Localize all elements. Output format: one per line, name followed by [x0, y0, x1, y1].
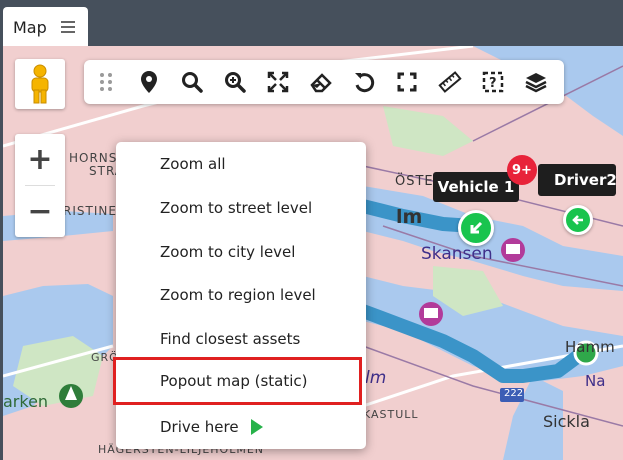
hamburger-menu-icon[interactable]: [60, 21, 75, 33]
help-area-icon[interactable]: ?: [471, 60, 514, 104]
map-label-skansen: Skansen: [421, 244, 493, 264]
map-label-hammarby: Hamm: [565, 338, 615, 356]
menu-item-label: Zoom to street level: [160, 199, 313, 217]
menu-item-zoom-region[interactable]: Zoom to region level: [116, 273, 366, 317]
ruler-icon[interactable]: [428, 60, 471, 104]
map-label-nacka: Na: [585, 372, 606, 390]
badge-text: 9+: [512, 162, 532, 178]
arrow-left-icon: [572, 215, 583, 225]
menu-item-label: Zoom to city level: [160, 243, 296, 261]
drag-handle-icon[interactable]: [84, 60, 127, 104]
svg-text:?: ?: [489, 76, 497, 91]
vehicle1-marker[interactable]: [458, 210, 494, 246]
vehicle-label-driver2[interactable]: Driver2: [538, 164, 617, 196]
zoom-out-button[interactable]: −: [15, 186, 65, 237]
fullscreen-icon[interactable]: [385, 60, 428, 104]
menu-item-label: Zoom all: [160, 155, 226, 173]
tab-map[interactable]: Map: [3, 7, 88, 47]
menu-item-find-closest-assets[interactable]: Find closest assets: [116, 317, 366, 361]
zoom-in-button[interactable]: +: [15, 134, 65, 185]
map-label-ostermalm: ÖSTE: [395, 174, 434, 189]
layers-icon[interactable]: [514, 60, 557, 104]
map-pin-icon[interactable]: [127, 60, 170, 104]
zoom-in-icon[interactable]: [213, 60, 256, 104]
map-label-sickla: Sickla: [543, 412, 590, 431]
vehicle-label-vehicle1[interactable]: Vehicle 1: [433, 172, 519, 202]
menu-item-label: Find closest assets: [160, 330, 301, 348]
vehicle1-label: Vehicle 1: [437, 178, 515, 196]
road-shield-222: 222: [504, 388, 524, 399]
map-label-lm-south: lm: [365, 368, 387, 388]
arrow-down-left-icon: [470, 221, 483, 234]
map-label-hornsberg-1: HORNS: [69, 151, 118, 165]
map-toolbar: ?: [84, 60, 564, 104]
tab-label: Map: [13, 17, 47, 37]
street-view-pegman[interactable]: [15, 59, 65, 109]
vehicle1-count-badge: 9+: [507, 155, 537, 185]
eraser-icon[interactable]: [299, 60, 342, 104]
minus-icon: −: [27, 193, 53, 229]
zoom-control: + −: [15, 134, 65, 237]
driver2-label: Driver2: [554, 171, 617, 189]
menu-item-zoom-street[interactable]: Zoom to street level: [116, 186, 366, 230]
play-icon: [250, 419, 263, 435]
map-canvas[interactable]: HORNS STRA RISTINE ÖSTE Skansen GRÖ arke…: [3, 46, 623, 460]
pegman-icon: [31, 64, 49, 104]
menu-item-popout-map[interactable]: Popout map (static): [113, 357, 362, 405]
menu-item-zoom-city[interactable]: Zoom to city level: [116, 230, 366, 274]
search-icon[interactable]: [170, 60, 213, 104]
zoom-all-icon[interactable]: [256, 60, 299, 104]
map-label-kastull: KASTULL: [363, 408, 419, 421]
menu-item-drive-here[interactable]: Drive here: [116, 405, 366, 449]
top-bar: Map: [0, 0, 623, 47]
undo-icon[interactable]: [342, 60, 385, 104]
plus-icon: +: [27, 141, 53, 177]
menu-item-zoom-all[interactable]: Zoom all: [116, 142, 366, 186]
map-context-menu: Zoom all Zoom to street level Zoom to ci…: [113, 142, 366, 449]
map-label-kristine: RISTINE: [63, 204, 117, 218]
menu-item-label: Popout map (static): [160, 372, 308, 390]
map-label-lm-north: lm: [396, 206, 423, 228]
menu-item-label: Drive here: [160, 418, 239, 436]
map-label-parken: arken: [3, 392, 49, 411]
menu-item-label: Zoom to region level: [160, 286, 316, 304]
driver2-marker[interactable]: [563, 205, 593, 235]
